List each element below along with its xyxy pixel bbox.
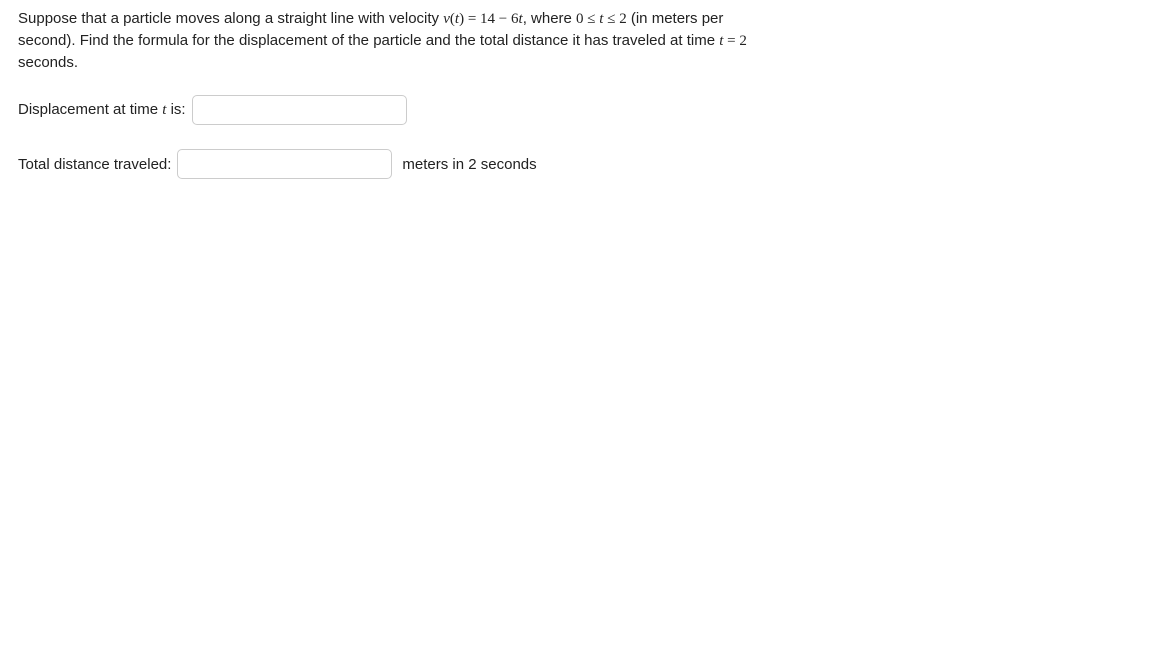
displacement-input[interactable] xyxy=(192,95,407,125)
displacement-row: Displacement at time t is: xyxy=(18,95,1134,125)
problem-statement: Suppose that a particle moves along a st… xyxy=(18,8,758,73)
range-le2: ≤ xyxy=(603,11,619,27)
velocity-equals: = xyxy=(464,11,480,27)
velocity-minus: − xyxy=(495,11,511,27)
distance-row: Total distance traveled: meters in 2 sec… xyxy=(18,149,1134,179)
time-val: 2 xyxy=(739,33,747,49)
time-eq: = xyxy=(723,33,739,49)
problem-text-where: , where xyxy=(523,10,576,27)
range-upper: 2 xyxy=(619,11,627,27)
range-lower: 0 xyxy=(576,11,584,27)
time-suffix: seconds. xyxy=(18,54,78,71)
distance-input[interactable] xyxy=(177,149,392,179)
displacement-label-after: is: xyxy=(166,101,185,118)
displacement-label-before: Displacement at time xyxy=(18,101,162,118)
displacement-label: Displacement at time t is: xyxy=(18,101,186,119)
distance-label: Total distance traveled: xyxy=(18,156,171,173)
range-le1: ≤ xyxy=(584,11,600,27)
velocity-a: 14 xyxy=(480,11,495,27)
distance-suffix: meters in 2 seconds xyxy=(402,156,536,173)
velocity-b: 6 xyxy=(511,11,519,27)
problem-text-intro: Suppose that a particle moves along a st… xyxy=(18,10,443,27)
velocity-fn: v xyxy=(443,11,450,27)
